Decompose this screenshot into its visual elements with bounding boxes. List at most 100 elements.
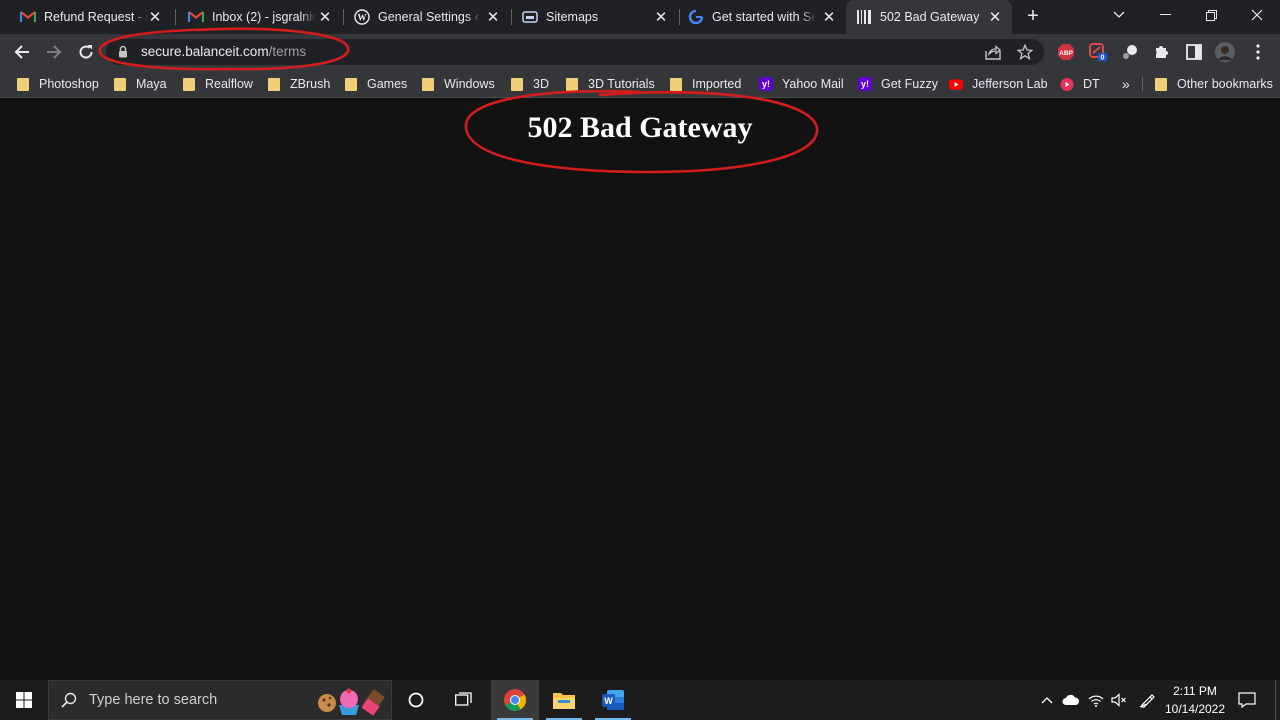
svg-text:W: W — [358, 13, 367, 23]
start-button[interactable] — [0, 680, 48, 720]
bookmark-photoshop[interactable]: Photoshop — [16, 75, 99, 93]
lock-icon[interactable] — [118, 45, 128, 63]
taskbar-search-input[interactable]: Type here to search — [48, 680, 392, 720]
adblock-plus-extension[interactable]: ABP — [1056, 42, 1076, 62]
abp-label: ABP — [1059, 50, 1073, 57]
task-view-button[interactable] — [442, 680, 486, 720]
clock-date: 10/14/2022 — [1164, 702, 1226, 716]
close-icon[interactable]: ✕ — [484, 8, 502, 26]
ghostery-extension[interactable]: 0 — [1088, 42, 1108, 62]
bookmark-label: Get Fuzzy — [881, 77, 938, 91]
windows-taskbar: Type here to search W 2:11 PM 10/14/2022 — [0, 680, 1280, 720]
extension-puzzle-color[interactable] — [1120, 42, 1140, 62]
search-icon — [61, 692, 77, 713]
error-heading: 502 Bad Gateway — [527, 111, 753, 144]
bookmark-realflow[interactable]: Realflow — [182, 75, 253, 93]
bookmark-label: Imported — [692, 77, 742, 91]
share-icon[interactable] — [984, 43, 1002, 61]
back-button[interactable] — [10, 40, 34, 64]
bookmark-yahoo-mail[interactable]: y! Yahoo Mail — [759, 75, 844, 93]
folder-icon — [344, 77, 358, 91]
new-tab-button[interactable]: + — [1022, 5, 1044, 27]
volume-button[interactable] — [1108, 680, 1130, 720]
bookmark-windows[interactable]: Windows — [421, 75, 495, 93]
task-view-icon — [455, 692, 472, 706]
close-icon[interactable]: ✕ — [986, 8, 1004, 26]
close-icon[interactable]: ✕ — [820, 8, 838, 26]
side-panel-icon — [1186, 44, 1202, 60]
cortana-button[interactable] — [396, 680, 436, 720]
page-content: 502 Bad Gateway — [0, 99, 1280, 680]
bookmark-star-icon[interactable] — [1016, 43, 1034, 61]
profile-avatar[interactable] — [1215, 42, 1235, 62]
minimize-button[interactable] — [1142, 0, 1188, 30]
address-bar[interactable]: secure.balanceit.com/terms — [106, 39, 1044, 65]
browser-menu-button[interactable] — [1248, 42, 1268, 62]
url-host: secure.balanceit.com — [141, 44, 269, 59]
close-icon[interactable]: ✕ — [652, 8, 670, 26]
tab-title: 502 Bad Gateway — [880, 10, 980, 24]
tab-502-bad-gateway[interactable]: 502 Bad Gateway ✕ — [846, 0, 1012, 34]
reload-button[interactable] — [74, 40, 98, 64]
tab-search-button[interactable] — [1096, 0, 1142, 30]
puzzle-icon — [1156, 46, 1168, 58]
ghostery-icon: 0 — [1089, 43, 1107, 62]
gmail-icon — [188, 9, 204, 25]
close-icon[interactable]: ✕ — [316, 8, 334, 26]
reload-icon — [79, 45, 93, 59]
clock[interactable]: 2:11 PM 10/14/2022 — [1160, 682, 1230, 718]
extensions-button[interactable] — [1152, 42, 1172, 62]
bookmark-get-fuzzy[interactable]: y! Get Fuzzy — [858, 75, 938, 93]
search-highlight-doodle-icon — [315, 685, 387, 720]
bookmark-imported[interactable]: Imported — [669, 75, 741, 93]
extension-badge: 0 — [1101, 55, 1105, 62]
cortana-icon — [408, 692, 424, 708]
tab-strip: Refund Request - m ✕ Inbox (2) - jsgraln… — [0, 0, 1280, 34]
folder-icon — [267, 77, 281, 91]
restore-button[interactable] — [1188, 0, 1234, 30]
bookmark-games[interactable]: Games — [344, 75, 407, 93]
show-hidden-icons-button[interactable] — [1036, 680, 1058, 720]
folder-icon — [113, 77, 127, 91]
network-button[interactable] — [1085, 680, 1107, 720]
onedrive-button[interactable] — [1060, 680, 1082, 720]
taskbar-file-explorer[interactable] — [540, 680, 588, 720]
tab-inbox[interactable]: Inbox (2) - jsgralnic ✕ — [176, 0, 342, 34]
arrow-right-icon — [47, 45, 62, 59]
close-icon[interactable]: ✕ — [146, 8, 164, 26]
bookmark-3d-tutorials[interactable]: 3D Tutorials — [565, 75, 655, 93]
google-icon — [688, 9, 704, 25]
minimize-icon — [1159, 14, 1171, 15]
pen-workspace-button[interactable] — [1136, 680, 1158, 720]
url-text[interactable]: secure.balanceit.com/terms — [141, 44, 306, 59]
tab-title: Sitemaps — [546, 10, 599, 24]
bookmark-zbrush[interactable]: ZBrush — [267, 75, 330, 93]
taskbar-word[interactable]: W — [589, 680, 637, 720]
tab-get-started[interactable]: Get started with Se ✕ — [680, 0, 846, 34]
barcode-icon — [856, 9, 872, 25]
folder-icon — [510, 77, 524, 91]
tab-sitemaps[interactable]: Sitemaps ✕ — [512, 0, 678, 34]
show-desktop-button[interactable] — [1275, 680, 1280, 720]
bookmark-3d[interactable]: 3D — [510, 75, 549, 93]
bookmark-maya[interactable]: Maya — [113, 75, 167, 93]
bookmarks-overflow-button[interactable]: » — [1122, 75, 1130, 93]
chevron-double-right-icon: » — [1122, 76, 1130, 92]
bookmarks-divider — [1142, 77, 1143, 91]
notifications-button[interactable] — [1232, 680, 1262, 720]
yahoo-icon: y! — [858, 77, 872, 91]
side-panel-button[interactable] — [1184, 42, 1204, 62]
folder-icon — [16, 77, 30, 91]
bookmark-label: Jefferson Lab — [972, 77, 1048, 91]
taskbar-chrome[interactable] — [491, 680, 539, 720]
tab-general-settings[interactable]: W General Settings ‹ C ✕ — [344, 0, 510, 34]
bookmark-dt[interactable]: DT — [1060, 75, 1100, 93]
bookmark-jefferson-lab[interactable]: Jefferson Lab — [949, 75, 1048, 93]
adblock-plus-icon: ABP — [1058, 44, 1074, 60]
close-window-button[interactable] — [1234, 0, 1280, 30]
forward-button[interactable] — [42, 40, 66, 64]
tab-title: General Settings ‹ C — [378, 10, 482, 24]
tab-refund-request[interactable]: Refund Request - m ✕ — [0, 0, 172, 34]
other-bookmarks[interactable]: Other bookmarks — [1154, 75, 1273, 93]
avatar-icon — [1215, 42, 1235, 62]
